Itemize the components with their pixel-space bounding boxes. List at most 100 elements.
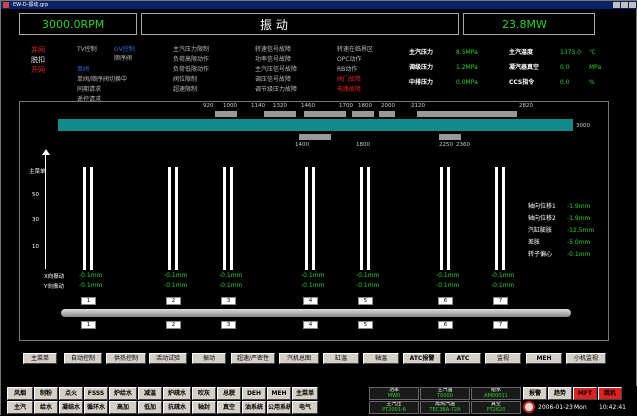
- axial-label-4: 转子偏心: [528, 251, 553, 258]
- close-button[interactable]: [629, 2, 636, 8]
- taskbar-row2-3[interactable]: 循环水: [84, 401, 108, 414]
- nav-button-9[interactable]: ATC报警: [403, 353, 441, 364]
- window-controls: [612, 2, 636, 11]
- bearing-2-y-value: -0.1mm: [164, 282, 188, 289]
- y-axis-label-1: 50: [32, 192, 39, 198]
- axial-value-4: -0.1mm: [567, 251, 591, 258]
- bearing-4-x-value: -0.1mm: [301, 272, 325, 279]
- taskbar-row2-2[interactable]: 凝结水: [59, 401, 83, 414]
- taskbar-row2-8[interactable]: 真空: [217, 401, 241, 414]
- taskbar-right-0[interactable]: 报警: [523, 387, 547, 400]
- bearing-1-label-top[interactable]: 1: [81, 297, 96, 305]
- bearing-4-y-bar: [312, 167, 315, 270]
- minimize-button[interactable]: [613, 2, 620, 8]
- taskbar-row1-9[interactable]: DEH: [242, 387, 266, 400]
- taskbar-row1-10[interactable]: MEH: [267, 387, 291, 400]
- nav-button-1[interactable]: 自动控制: [64, 353, 102, 364]
- taskbar-cell-4: 再热汽温 TEC3BA-72A: [420, 401, 470, 414]
- bearing-2-label-top[interactable]: 2: [166, 297, 181, 305]
- param2-value-2: 0.0: [560, 79, 570, 86]
- nav-button-13[interactable]: 小机监视: [566, 353, 606, 364]
- taskbar-row1-1[interactable]: 制粉: [34, 387, 58, 400]
- param-value-1: 1.2MPa: [456, 64, 478, 71]
- param2-unit-1: MPa: [589, 64, 602, 71]
- bearing-3-x-value: -0.1mm: [219, 272, 243, 279]
- bearing-7-label-top[interactable]: 7: [493, 297, 508, 305]
- status-mid4-3: 阀门故障: [337, 76, 362, 83]
- bearing-1-x-value: -0.1mm: [79, 272, 103, 279]
- nav-button-11[interactable]: 监视: [485, 353, 521, 364]
- taskbar-right-3[interactable]: 跳机: [598, 387, 622, 400]
- nav-button-4[interactable]: 振动: [192, 353, 226, 364]
- nav-button-10[interactable]: ATC: [445, 353, 481, 364]
- param-label-0: 主汽压力: [409, 49, 434, 56]
- taskbar-row2-1[interactable]: 给水: [34, 401, 58, 414]
- bearing-7-label-bottom[interactable]: 7: [493, 321, 508, 329]
- taskbar-row1-5[interactable]: 减温: [138, 387, 162, 400]
- status-mid2-0: 主汽压力限制: [173, 46, 210, 53]
- scale-top-6: 1800: [358, 103, 372, 109]
- bearing-4-label-bottom[interactable]: 4: [303, 321, 318, 329]
- taskbar-row2-11[interactable]: 电气: [292, 401, 318, 414]
- taskbar-row2-0[interactable]: 主汽: [7, 401, 33, 414]
- y-axis-label-0: 主菜单: [29, 169, 46, 175]
- taskbar-row2-7[interactable]: 轴封: [192, 401, 216, 414]
- power-panel: 23.8MW: [463, 13, 595, 35]
- bearing-1-label-bottom[interactable]: 1: [81, 321, 96, 329]
- param-value-0: 8.5MPa: [456, 49, 478, 56]
- bearing-3-label-top[interactable]: 3: [221, 297, 236, 305]
- taskbar-row2-6[interactable]: 抗疏水: [163, 401, 191, 414]
- nav-button-6[interactable]: 汽机总图: [279, 353, 319, 364]
- nav-button-7[interactable]: 缸温: [323, 353, 359, 364]
- taskbar-row1-7[interactable]: 吹灰: [192, 387, 216, 400]
- taskbar-row1-11[interactable]: 主菜单: [292, 387, 318, 400]
- critical-band-bottom-0: [299, 134, 331, 140]
- nav-button-3[interactable]: 活动试验: [149, 353, 187, 364]
- bearing-6-label-bottom[interactable]: 6: [438, 321, 453, 329]
- nav-button-0[interactable]: 主菜单: [23, 353, 57, 364]
- taskbar-row2-4[interactable]: 高加: [109, 401, 137, 414]
- param-label-1: 调级压力: [409, 64, 434, 71]
- critical-band-top-1: [264, 111, 296, 117]
- scale-end-label: 3000: [576, 123, 590, 129]
- taskbar-cell-2: 给水 AM00011: [471, 387, 521, 400]
- taskbar-row2-5[interactable]: 低加: [138, 401, 162, 414]
- taskbar-row1-6[interactable]: 炉疏水: [163, 387, 191, 400]
- bearing-4-y-value: -0.1mm: [301, 282, 325, 289]
- taskbar-row1-0[interactable]: 风烟: [7, 387, 33, 400]
- scale-bottom-0: 1400: [295, 142, 309, 148]
- taskbar-cell-0: 功率 MW0: [369, 387, 419, 400]
- bearing-2-label-bottom[interactable]: 2: [166, 321, 181, 329]
- bearing-5-label-top[interactable]: 5: [358, 297, 373, 305]
- axial-label-0: 轴向位移1: [528, 203, 556, 210]
- bearing-3-label-bottom[interactable]: 3: [221, 321, 236, 329]
- nav-button-8[interactable]: 轴温: [363, 353, 399, 364]
- bearing-5-label-bottom[interactable]: 5: [358, 321, 373, 329]
- taskbar-row1-3[interactable]: FSSS: [84, 387, 108, 400]
- param-label-2: 中排压力: [409, 79, 434, 86]
- scale-bottom-3: 2360: [456, 142, 470, 148]
- nav-button-2[interactable]: 供热控制: [106, 353, 146, 364]
- y-axis-label-2: 30: [32, 217, 39, 223]
- taskbar-cell-value: MW0: [387, 392, 401, 399]
- taskbar-row2-10[interactable]: 公用系统: [267, 401, 291, 414]
- bearing-2-x-value: -0.1mm: [164, 272, 188, 279]
- nav-button-5[interactable]: 超速/严密性: [231, 353, 275, 364]
- maximize-button[interactable]: [621, 2, 628, 8]
- taskbar-row1-8[interactable]: 总貌: [217, 387, 241, 400]
- scale-top-9: 2820: [519, 103, 533, 109]
- bearing-6-label-top[interactable]: 6: [438, 297, 453, 305]
- bearing-4-label-top[interactable]: 4: [303, 297, 318, 305]
- x-vib-label: X向振动: [44, 274, 65, 280]
- nav-button-12[interactable]: MEH: [526, 353, 562, 364]
- taskbar-cell-value: T0000: [437, 392, 453, 399]
- taskbar-row1-2[interactable]: 点火: [59, 387, 83, 400]
- status-left-2: 开网: [31, 66, 45, 74]
- param2-label-0: 主汽温度: [509, 49, 534, 56]
- taskbar-right-1[interactable]: 趋势: [548, 387, 572, 400]
- speed-value: 3000.0RPM: [42, 18, 105, 31]
- taskbar-row1-4[interactable]: 炉给水: [109, 387, 137, 400]
- taskbar-right-2[interactable]: MFT: [573, 387, 597, 400]
- param2-label-2: CCS指令: [509, 79, 535, 86]
- taskbar-row2-9[interactable]: 油系统: [242, 401, 266, 414]
